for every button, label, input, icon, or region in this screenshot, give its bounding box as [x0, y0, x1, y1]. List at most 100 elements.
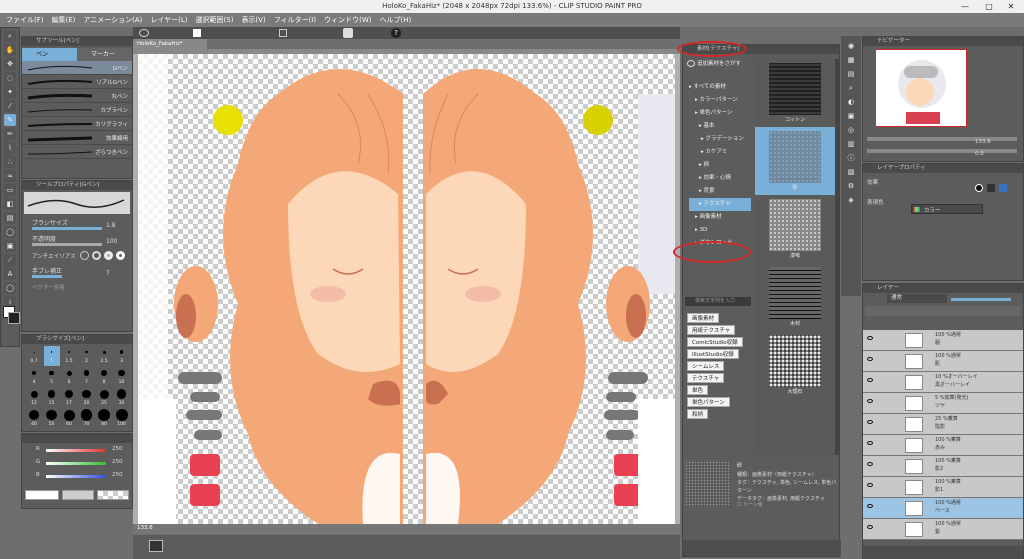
info-dock-icon[interactable]: ⓘ	[845, 152, 857, 164]
antialias-strong-icon[interactable]	[116, 251, 125, 260]
brush-size-cell[interactable]: 10	[114, 367, 130, 387]
canvas[interactable]	[138, 54, 675, 524]
layer-row[interactable]: 100 %通常 ベース	[863, 498, 1023, 519]
layer-opacity-slider[interactable]	[951, 298, 1011, 301]
material-tag[interactable]: 単色	[687, 385, 709, 395]
airbrush-icon[interactable]: ∴	[4, 156, 16, 168]
tone-effect-icon[interactable]	[987, 184, 995, 192]
opacity-row[interactable]: 不透明度 100	[22, 232, 132, 248]
material-tree-item[interactable]: ▸ カラーパターン	[689, 94, 751, 107]
material-tag[interactable]: テクスチャ	[687, 373, 725, 383]
antialias-mid-icon[interactable]	[104, 251, 113, 260]
color-preview-transparent[interactable]	[97, 490, 129, 500]
visibility-eye-icon[interactable]	[867, 441, 873, 445]
zoom-icon[interactable]: ⌕	[4, 30, 16, 42]
color-channel-row[interactable]: G 250	[22, 457, 132, 469]
brush-size-cell[interactable]: 15	[44, 388, 60, 408]
wheel-dock-icon[interactable]: ◎	[845, 124, 857, 136]
layer-row[interactable]: 100 %乗算 赤み	[863, 435, 1023, 456]
history-dock-icon[interactable]: ▤	[845, 68, 857, 80]
material-thumbnail[interactable]: 砂	[755, 127, 835, 195]
frame-icon[interactable]: ▣	[4, 240, 16, 252]
brush-size-cell[interactable]: 5	[44, 367, 60, 387]
text-icon[interactable]: A	[4, 268, 16, 280]
brush-size-cell[interactable]: 17	[61, 388, 77, 408]
close-button[interactable]: ✕	[1000, 0, 1022, 13]
menu-layer[interactable]: レイヤー(L)	[150, 13, 187, 27]
visibility-eye-icon[interactable]	[867, 378, 873, 382]
brush-size-cell[interactable]: 1	[43, 346, 60, 366]
brush-size-cell[interactable]: 12	[26, 388, 42, 408]
transform-icon[interactable]	[343, 28, 353, 38]
brush-icon[interactable]: ⌇	[4, 142, 16, 154]
material-tree-item[interactable]: ▸ 画像素材	[689, 211, 751, 224]
layer-color-icon[interactable]	[999, 184, 1007, 192]
ruler-icon[interactable]: ⟋	[4, 254, 16, 266]
opacity-slider[interactable]	[32, 243, 102, 246]
menu-animation[interactable]: アニメーション(A)	[83, 13, 142, 27]
move-icon[interactable]: ✥	[4, 58, 16, 70]
gradient-icon[interactable]: ▤	[4, 212, 16, 224]
visibility-eye-icon[interactable]	[867, 357, 873, 361]
maximize-button[interactable]: □	[978, 0, 1000, 13]
brush-size-cell[interactable]: 3	[114, 346, 130, 366]
brush-size-cell[interactable]: 50	[44, 409, 60, 429]
material-thumbnail[interactable]: 木材	[755, 263, 835, 331]
minimize-button[interactable]: —	[954, 0, 976, 13]
new-canvas-icon[interactable]	[193, 29, 201, 37]
sub-color-swatch[interactable]	[8, 312, 20, 324]
stabilization-slider[interactable]	[32, 275, 62, 278]
brush-size-cell[interactable]: 1.5	[61, 346, 77, 366]
material-tree-item[interactable]: ▸ テクスチャ	[689, 198, 751, 211]
navigator-thumbnail[interactable]	[875, 49, 967, 127]
brush-size-cell[interactable]: 60	[61, 409, 77, 429]
brush-size-cell[interactable]: 20	[79, 388, 95, 408]
brush-size-cell[interactable]: 30	[114, 388, 130, 408]
visibility-eye-icon[interactable]	[867, 462, 873, 466]
material-scrollbar[interactable]	[835, 59, 840, 455]
subtool-item[interactable]: Gペン	[22, 61, 132, 75]
color-channel-row[interactable]: B 250	[22, 470, 132, 482]
brush-size-cell[interactable]: 6	[61, 367, 77, 387]
brush-size-cell[interactable]: 2.5	[96, 346, 112, 366]
eyedropper-icon[interactable]: ⁄	[4, 100, 16, 112]
tool-dock-icon[interactable]: ⚙	[845, 180, 857, 192]
brush-size-cell[interactable]: 25	[96, 388, 112, 408]
layer-dock-icon[interactable]: ▧	[845, 166, 857, 178]
brush-size-cell[interactable]: 0.7	[26, 346, 42, 366]
color-channel-slider[interactable]	[46, 475, 106, 478]
color-preview-sub[interactable]	[62, 490, 94, 500]
material-thumbnail[interactable]: 大理石	[755, 331, 835, 399]
brush-size-slider[interactable]	[32, 227, 102, 230]
swatch-dock-icon[interactable]: ▣	[845, 110, 857, 122]
shape-icon[interactable]: ◯	[4, 226, 16, 238]
misc-dock-icon[interactable]: ◈	[845, 194, 857, 206]
palette-dock-icon[interactable]: ▦	[845, 54, 857, 66]
material-tag[interactable]: 単色パターン	[687, 397, 730, 407]
brush-size-row[interactable]: ブラシサイズ 1.8	[22, 216, 132, 232]
document-tab[interactable]: HoloKo_FakaHiz*	[133, 39, 207, 49]
color-preview-main[interactable]	[25, 490, 59, 500]
menu-help[interactable]: ヘルプ(H)	[379, 13, 411, 27]
brush-size-cell[interactable]: 8	[96, 367, 112, 387]
material-thumbnail[interactable]: コットン	[755, 59, 835, 127]
subtool-item[interactable]: カブラペン	[22, 103, 132, 117]
color-channel-slider[interactable]	[46, 462, 106, 465]
tab-pen[interactable]: ペン	[22, 48, 77, 61]
hand-icon[interactable]: ✋	[4, 44, 16, 56]
brush-size-cell[interactable]: 40	[26, 409, 42, 429]
antialias-weak-icon[interactable]	[92, 251, 101, 260]
color-channel-row[interactable]: R 250	[22, 444, 132, 456]
material-tree-item[interactable]: ▸ カケアミ	[689, 146, 751, 159]
material-tree-item[interactable]: ▸ 背景	[689, 185, 751, 198]
expression-select[interactable]: カラー	[911, 204, 983, 214]
layer-row[interactable]: 100 %通常髪	[863, 519, 1023, 540]
material-dock-icon[interactable]: ◉	[845, 40, 857, 52]
layer-row[interactable]: 10 %オーバーレイ 黒オーバーレイ	[863, 372, 1023, 393]
menu-edit[interactable]: 編集(E)	[52, 13, 76, 27]
vector-row[interactable]: ベクター吸着	[22, 280, 132, 294]
menu-filter[interactable]: フィルター(I)	[274, 13, 316, 27]
subtool-item[interactable]: 丸ペン	[22, 89, 132, 103]
material-tag[interactable]: 画像素材	[687, 313, 720, 323]
material-search-input[interactable]: 検索文字列を入力	[685, 297, 751, 306]
